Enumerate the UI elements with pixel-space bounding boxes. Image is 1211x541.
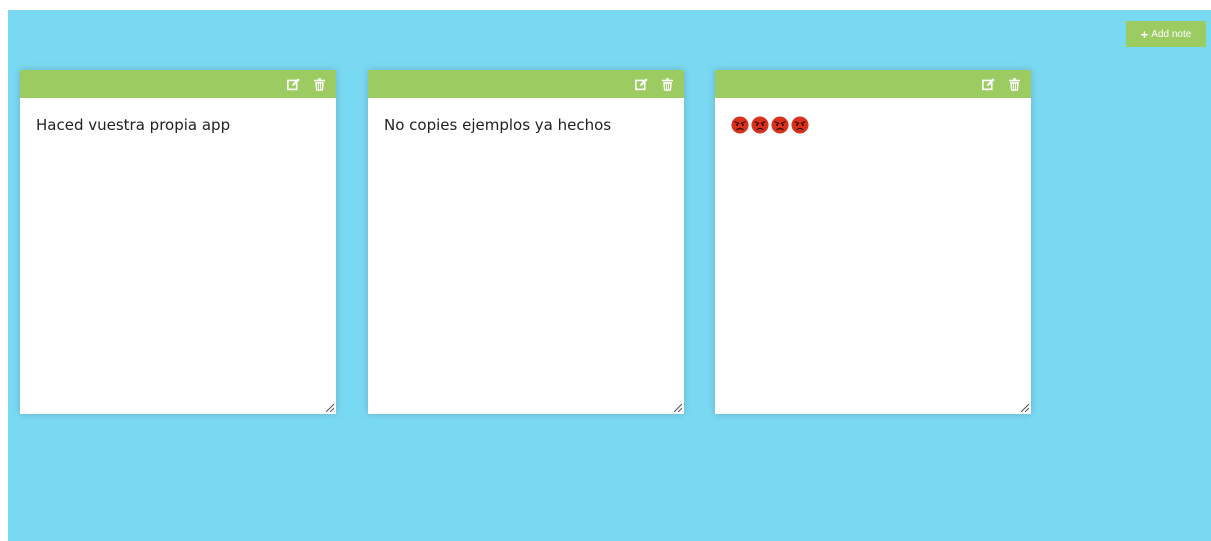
resize-handle-icon[interactable] [674,404,682,412]
note-header [715,70,1031,98]
edit-icon[interactable] [981,77,995,91]
resize-handle-icon[interactable] [326,404,334,412]
note-textarea[interactable]: Haced vuestra propia app [20,98,336,414]
edit-icon[interactable] [634,77,648,91]
angry-face-icon [731,116,749,134]
angry-face-icon [791,116,809,134]
trash-icon[interactable] [660,77,674,91]
note-text: No copies ejemplos ya hechos [384,116,612,134]
note-header [20,70,336,98]
notes-board: + Add note Haced vuestra propia app No c… [8,10,1211,541]
note-card: No copies ejemplos ya hechos [368,70,684,414]
add-note-label: Add note [1151,28,1192,40]
note-header [368,70,684,98]
resize-handle-icon[interactable] [1021,404,1029,412]
trash-icon[interactable] [312,77,326,91]
add-note-button[interactable]: + Add note [1126,21,1206,47]
note-card: Haced vuestra propia app [20,70,336,414]
edit-icon[interactable] [286,77,300,91]
note-text [715,98,1031,152]
angry-face-icon [751,116,769,134]
note-textarea[interactable]: No copies ejemplos ya hechos [368,98,684,414]
note-text: Haced vuestra propia app [36,116,231,134]
plus-icon: + [1140,26,1149,42]
note-textarea[interactable] [715,98,1031,414]
note-card [715,70,1031,414]
angry-face-icon [771,116,789,134]
trash-icon[interactable] [1007,77,1021,91]
